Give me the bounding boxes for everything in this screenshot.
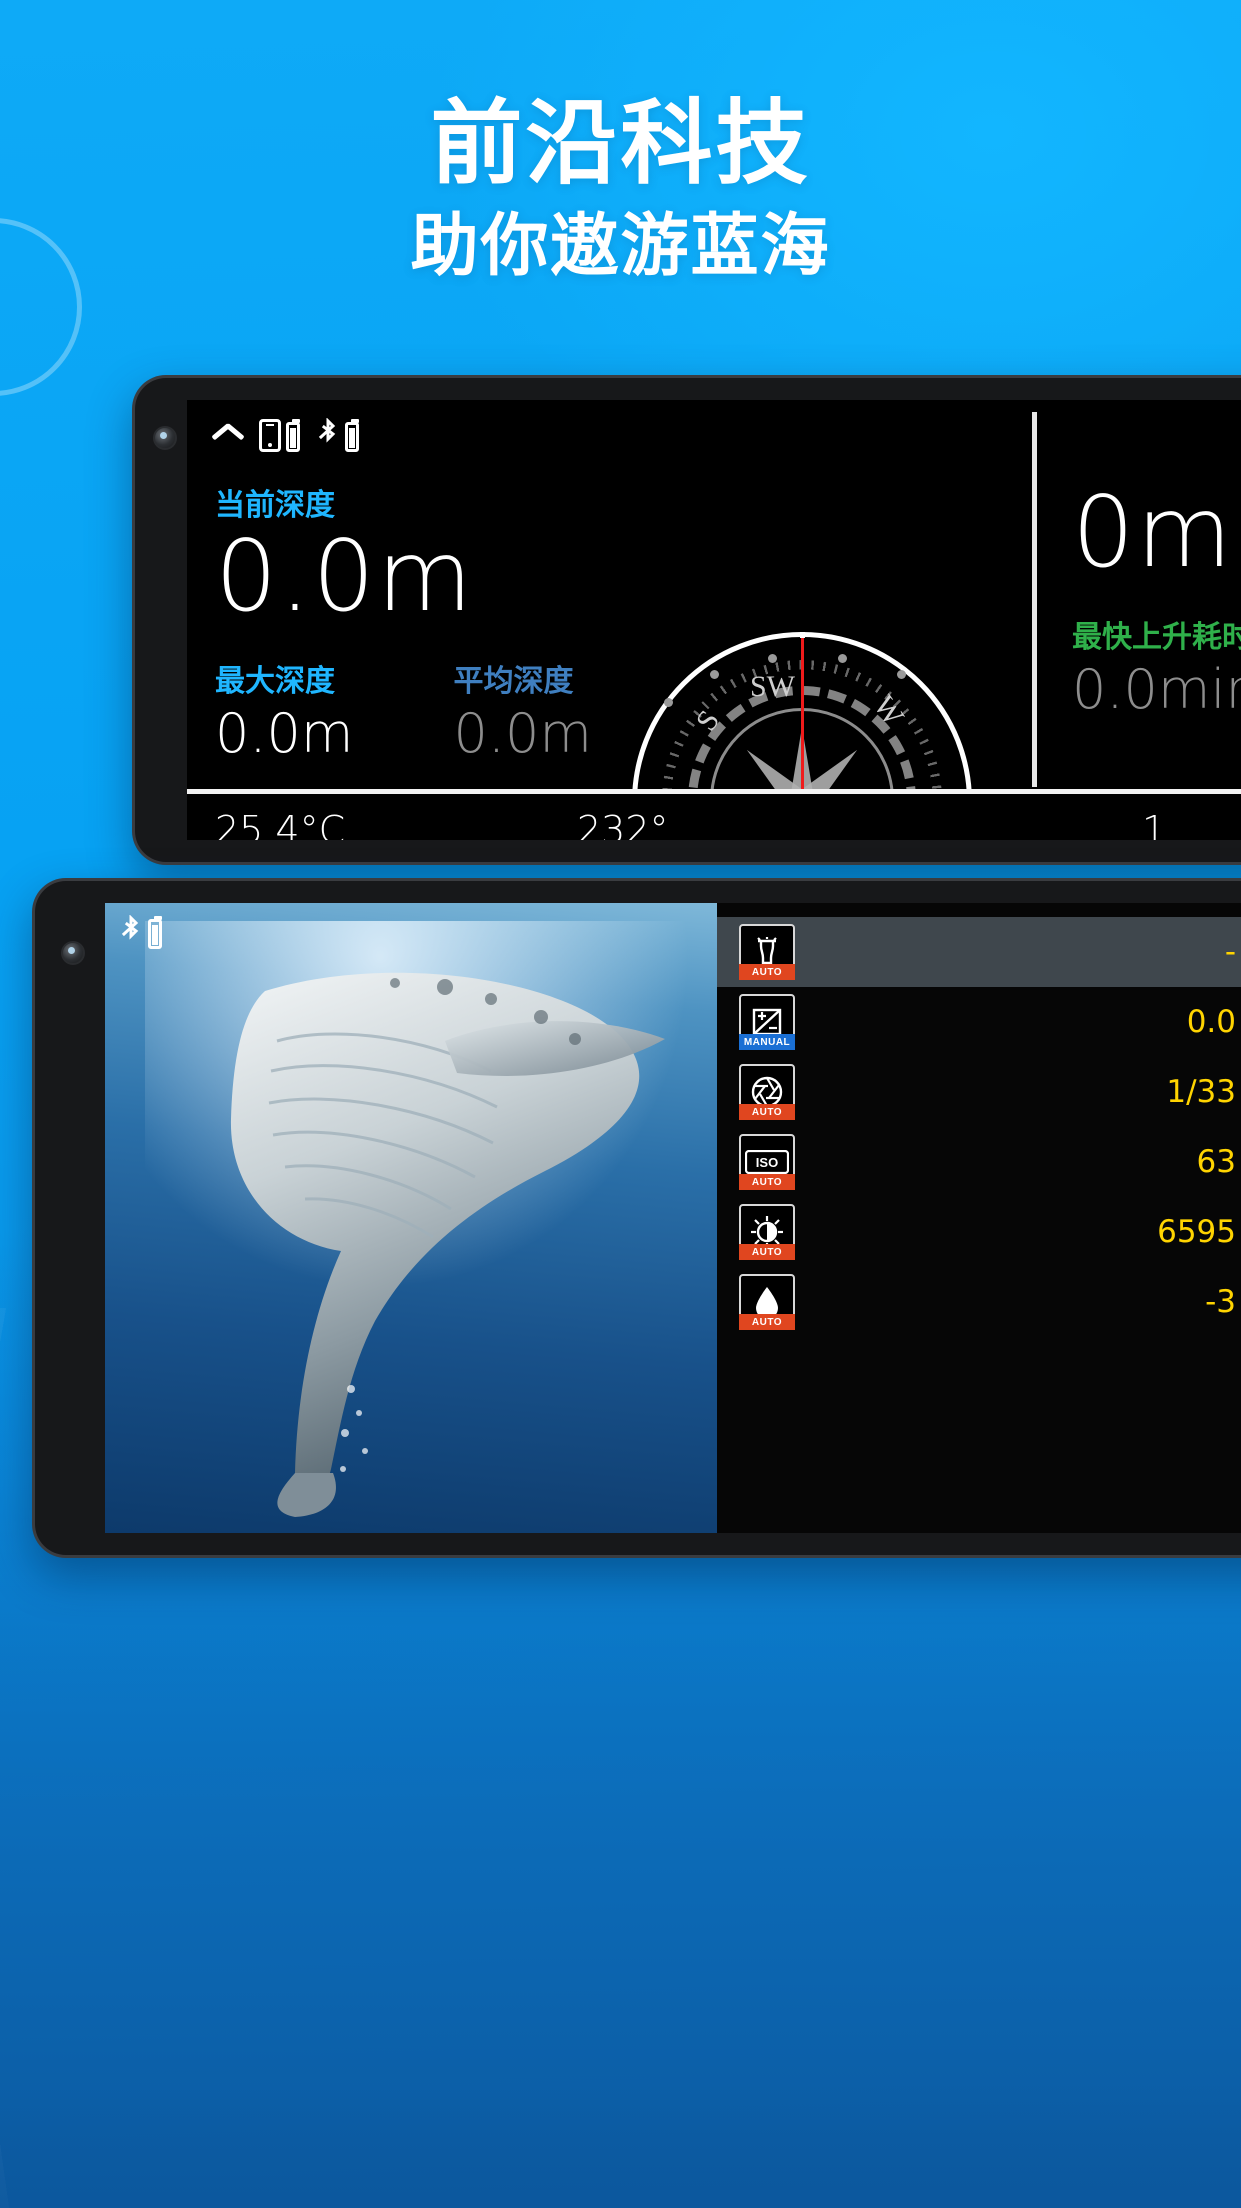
camera-control-iso[interactable]: ISO AUTO 63 [717, 1127, 1241, 1197]
max-depth-label: 最大深度 [215, 665, 335, 698]
phone-battery-icon [286, 418, 300, 452]
ascent-secondary-row: 最快上升耗时 0.0min 无 [1072, 612, 1241, 719]
compass-heading-needle [801, 632, 804, 792]
current-depth-label: 当前深度 [215, 489, 335, 522]
mode-tag-manual: MANUAL [739, 1034, 795, 1050]
dive-bottom-bar: 25.4°C 232° 1 [187, 800, 1241, 840]
white-balance-value: 6595 [1157, 1214, 1236, 1250]
bluetooth-battery-icon [148, 916, 162, 949]
white-balance-icon: AUTO [739, 1204, 795, 1260]
bottom-rule [187, 789, 1241, 794]
camera-preview[interactable] [105, 903, 717, 1533]
bluetooth-icon [318, 418, 336, 443]
depth-panel: 当前深度 0.0m 最大深度 0.0m 平均深度 0.0m [215, 480, 592, 763]
front-camera-icon [153, 426, 177, 450]
avg-depth-block: 平均深度 0.0m [453, 656, 591, 763]
camera-control-tint[interactable]: AUTO -3 [717, 1267, 1241, 1337]
max-depth-block: 最大深度 0.0m [215, 656, 353, 763]
tint-value: -3 [1205, 1284, 1236, 1320]
flash-icon: AUTO [739, 924, 795, 980]
fastest-ascent-label: 最快上升耗时 [1072, 621, 1241, 654]
mode-tag-auto: AUTO [739, 1314, 795, 1330]
flash-value: - [1224, 934, 1236, 970]
compass-top-marker [800, 632, 805, 638]
exposure-icon: MANUAL [739, 994, 795, 1050]
camera-status-bar [119, 915, 162, 949]
mode-tag-auto: AUTO [739, 1174, 795, 1190]
panel-divider [1032, 412, 1037, 787]
headline-block: 前沿科技 助你遨游蓝海 [0, 93, 1241, 290]
fastest-ascent-block: 最快上升耗时 0.0min [1072, 612, 1241, 719]
exposure-compensation-value: 0.0 [1186, 1004, 1236, 1040]
camera-controls-sidebar: AUTO - MANUAL 0.0 AUTO 1/33 ISO AUTO 63 … [717, 903, 1241, 1533]
camera-screen: AUTO - MANUAL 0.0 AUTO 1/33 ISO AUTO 63 … [105, 903, 1241, 1533]
svg-text:ISO: ISO [756, 1155, 778, 1170]
max-depth-value: 0.0m [215, 702, 354, 765]
phone-mockup-dive-computer: 当前深度 0.0m 最大深度 0.0m 平均深度 0.0m 0m 最快上升耗时 … [132, 375, 1241, 865]
temperature-value: 25.4°C [215, 808, 346, 840]
iso-value: 63 [1196, 1144, 1236, 1180]
right-primary-value: 0m [1072, 476, 1234, 590]
bluetooth-icon [121, 915, 139, 940]
mode-tag-auto: AUTO [739, 1244, 795, 1260]
compass-label-sw: SW [750, 670, 795, 703]
fastest-ascent-value: 0.0min [1072, 658, 1241, 721]
iso-icon: ISO AUTO [739, 1134, 795, 1190]
bluetooth-battery-group [316, 418, 359, 452]
bottom-right-value: 1 [1142, 808, 1167, 840]
avg-depth-label: 平均深度 [453, 665, 574, 698]
phone-icon [259, 418, 281, 452]
avg-depth-value: 0.0m [453, 702, 592, 765]
chevron-up-icon[interactable] [213, 420, 243, 450]
headline-primary: 前沿科技 [430, 93, 811, 195]
headline-secondary: 助你遨游蓝海 [410, 207, 831, 284]
bluetooth-battery-icon [345, 419, 359, 452]
ascent-panel: 0m 最快上升耗时 0.0min 无 [1072, 480, 1241, 719]
phone-mockup-camera: AUTO - MANUAL 0.0 AUTO 1/33 ISO AUTO 63 … [32, 878, 1241, 1558]
depth-secondary-row: 最大深度 0.0m 平均深度 0.0m [215, 656, 592, 763]
dive-computer-screen: 当前深度 0.0m 最大深度 0.0m 平均深度 0.0m 0m 最快上升耗时 … [187, 400, 1241, 840]
bearing-value: 232° [577, 808, 669, 840]
compass-widget: S SW W [592, 632, 1012, 792]
camera-control-shutter-speed[interactable]: AUTO 1/33 [717, 1057, 1241, 1127]
shutter-speed-value: 1/33 [1166, 1074, 1236, 1110]
camera-control-exposure-compensation[interactable]: MANUAL 0.0 [717, 987, 1241, 1057]
whale-photo [145, 921, 705, 1521]
camera-control-flash[interactable]: AUTO - [717, 917, 1241, 987]
aperture-icon: AUTO [739, 1064, 795, 1120]
current-depth-value: 0.0m [215, 520, 475, 634]
mode-tag-auto: AUTO [739, 964, 795, 980]
front-camera-icon [61, 941, 85, 965]
phone-battery-group [259, 418, 300, 452]
mode-tag-auto: AUTO [739, 1104, 795, 1120]
droplet-icon: AUTO [739, 1274, 795, 1330]
camera-control-white-balance[interactable]: AUTO 6595 [717, 1197, 1241, 1267]
dive-status-bar [213, 418, 359, 452]
